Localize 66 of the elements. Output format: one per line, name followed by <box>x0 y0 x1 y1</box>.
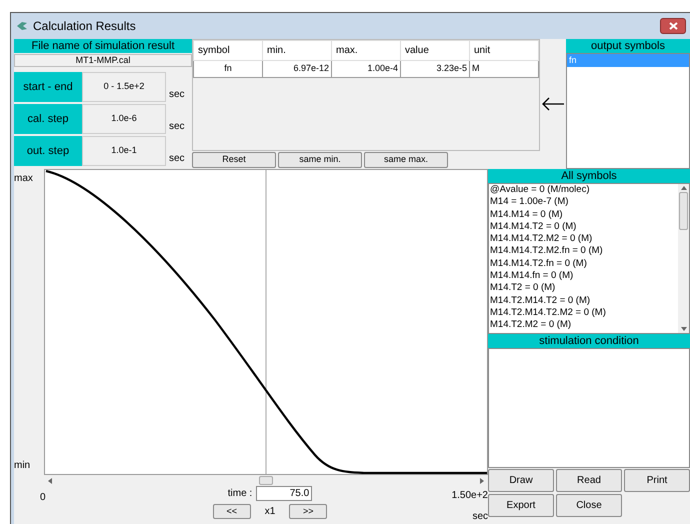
window-title: Calculation Results <box>33 18 136 35</box>
close-button[interactable] <box>660 18 686 34</box>
table-cell: 3.23e-5 <box>400 60 470 78</box>
list-item[interactable]: @Avalue = 0 (M/molec) <box>489 184 678 196</box>
list-item[interactable]: M14.T2 = 0 (M) <box>489 282 678 295</box>
table-cell: fn <box>194 60 262 78</box>
setting-label: cal. step <box>14 104 82 134</box>
table-button[interactable]: same min. <box>278 152 362 168</box>
file-name-field: MT1-MMP.cal <box>14 54 192 67</box>
list-item[interactable]: M14.M14.T2 = 0 (M) <box>489 220 678 234</box>
zoom-out-button[interactable]: << <box>212 504 251 519</box>
column-header: min. <box>262 40 332 60</box>
axis-label: min <box>14 459 32 473</box>
setting-value: 1.0e-6 <box>82 104 166 134</box>
axis-label: 1.50e+2 <box>452 489 488 503</box>
close-icon <box>668 22 678 30</box>
section-header: output symbols <box>566 39 690 53</box>
list-item[interactable]: M14.T2.M2 = 0 (M) <box>489 319 678 332</box>
time-field[interactable]: 75.0 <box>256 486 312 501</box>
app-icon <box>15 20 29 32</box>
column-header: unit <box>470 40 538 60</box>
action-button[interactable]: Export <box>488 494 554 517</box>
section-header: All symbols <box>488 169 690 183</box>
table-button[interactable]: same max. <box>364 152 448 168</box>
scrollbar-thumb[interactable] <box>259 476 273 485</box>
unit-label: sec <box>168 152 185 166</box>
action-button[interactable]: Print <box>624 469 690 492</box>
left-arrow-icon[interactable] <box>541 97 565 111</box>
table-cell: 6.97e-12 <box>262 60 332 78</box>
list-item[interactable]: M14.M14.fn = 0 (M) <box>489 270 678 282</box>
list-item[interactable]: M14.T2.M14.T2 = 0 (M) <box>489 294 678 307</box>
action-button[interactable]: Close <box>556 494 622 517</box>
unit-label: sec <box>168 88 185 102</box>
axis-label: max <box>14 172 34 186</box>
unit-label: sec <box>472 510 488 524</box>
section-header: stimulation condition <box>488 334 690 348</box>
unit-label: sec <box>168 120 185 134</box>
setting-label: start - end <box>14 72 82 102</box>
scroll-left-icon[interactable] <box>48 478 52 484</box>
zoom-level: x1 <box>264 505 276 519</box>
action-button[interactable]: Draw <box>488 469 554 492</box>
column-header: symbol <box>194 40 262 60</box>
setting-label: out. step <box>14 136 82 166</box>
list-item[interactable]: M14.M14.T2.M2.fn = 0 (M) <box>489 245 678 258</box>
list-item[interactable]: M14.M14.T2.M2 = 0 (M) <box>489 233 678 246</box>
scroll-down-icon[interactable] <box>680 327 686 331</box>
list-item[interactable]: M14 = 1.00e-7 (M) <box>489 196 678 209</box>
list-item[interactable]: M14.T2.M14.T2.M2 = 0 (M) <box>489 306 678 320</box>
table-cell: M <box>470 60 538 78</box>
time-label: time : <box>228 487 252 501</box>
table-button[interactable]: Reset <box>192 152 276 168</box>
scroll-up-icon[interactable] <box>680 186 686 190</box>
action-button[interactable]: Read <box>556 469 622 492</box>
setting-value: 0 - 1.5e+2 <box>82 72 166 102</box>
table-cell: 1.00e-4 <box>332 60 400 78</box>
column-header: value <box>400 40 470 60</box>
scrollbar-thumb[interactable] <box>679 192 688 230</box>
scroll-right-icon[interactable] <box>480 478 484 484</box>
list-item[interactable]: M14.M14.T2.fn = 0 (M) <box>489 258 678 270</box>
setting-value: 1.0e-1 <box>82 136 166 166</box>
section-header: File name of simulation result <box>14 39 192 53</box>
zoom-in-button[interactable]: >> <box>289 504 328 519</box>
list-item[interactable]: M14.M14 = 0 (M) <box>489 208 678 221</box>
column-header: max. <box>332 40 400 60</box>
axis-label: 0 <box>40 492 46 503</box>
vertical-scrollbar[interactable] <box>678 184 689 333</box>
